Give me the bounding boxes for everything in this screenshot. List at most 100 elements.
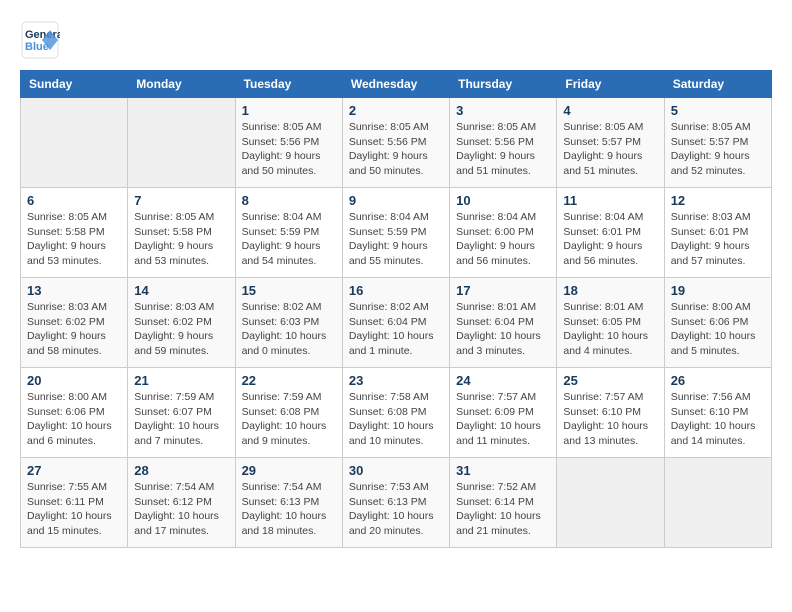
- calendar-table: SundayMondayTuesdayWednesdayThursdayFrid…: [20, 70, 772, 548]
- calendar-body: 1 Sunrise: 8:05 AM Sunset: 5:56 PM Daylig…: [21, 98, 772, 548]
- day-info: Sunrise: 8:05 AM Sunset: 5:56 PM Dayligh…: [242, 120, 336, 179]
- day-number: 19: [671, 283, 765, 298]
- day-number: 1: [242, 103, 336, 118]
- header-day-tuesday: Tuesday: [235, 71, 342, 98]
- day-number: 31: [456, 463, 550, 478]
- calendar-cell: [128, 98, 235, 188]
- day-info: Sunrise: 7:58 AM Sunset: 6:08 PM Dayligh…: [349, 390, 443, 449]
- calendar-cell: 13Sunrise: 8:03 AM Sunset: 6:02 PM Dayli…: [21, 278, 128, 368]
- day-number: 29: [242, 463, 336, 478]
- calendar-cell: 12Sunrise: 8:03 AM Sunset: 6:01 PM Dayli…: [664, 188, 771, 278]
- day-number: 16: [349, 283, 443, 298]
- calendar-cell: 10 Sunrise: 8:04 AM Sunset: 6:00 PM Dayli…: [450, 188, 557, 278]
- calendar-cell: 5 Sunrise: 8:05 AM Sunset: 5:57 PM Daylig…: [664, 98, 771, 188]
- calendar-cell: 18 Sunrise: 8:01 AM Sunset: 6:05 PM Dayli…: [557, 278, 664, 368]
- day-info: Sunrise: 7:59 AM Sunset: 6:08 PM Dayligh…: [242, 390, 336, 449]
- logo-icon: General Blue: [20, 20, 60, 60]
- day-number: 11: [563, 193, 657, 208]
- calendar-cell: 26 Sunrise: 7:56 AM Sunset: 6:10 PM Dayli…: [664, 368, 771, 458]
- header-day-monday: Monday: [128, 71, 235, 98]
- calendar-cell: 31 Sunrise: 7:52 AM Sunset: 6:14 PM Dayli…: [450, 458, 557, 548]
- calendar-cell: 8 Sunrise: 8:04 AM Sunset: 5:59 PM Daylig…: [235, 188, 342, 278]
- day-info: Sunrise: 8:01 AM Sunset: 6:05 PM Dayligh…: [563, 300, 657, 359]
- day-number: 21: [134, 373, 228, 388]
- day-info: Sunrise: 7:54 AM Sunset: 6:12 PM Dayligh…: [134, 480, 228, 539]
- week-row-4: 20 Sunrise: 8:00 AM Sunset: 6:06 PM Dayli…: [21, 368, 772, 458]
- day-info: Sunrise: 8:01 AM Sunset: 6:04 PM Dayligh…: [456, 300, 550, 359]
- day-info: Sunrise: 8:05 AM Sunset: 5:57 PM Dayligh…: [671, 120, 765, 179]
- calendar-cell: 2 Sunrise: 8:05 AM Sunset: 5:56 PM Daylig…: [342, 98, 449, 188]
- day-info: Sunrise: 8:05 AM Sunset: 5:58 PM Dayligh…: [134, 210, 228, 269]
- calendar-cell: 1 Sunrise: 8:05 AM Sunset: 5:56 PM Daylig…: [235, 98, 342, 188]
- calendar-cell: 23Sunrise: 7:58 AM Sunset: 6:08 PM Dayli…: [342, 368, 449, 458]
- day-info: Sunrise: 8:03 AM Sunset: 6:02 PM Dayligh…: [27, 300, 121, 359]
- week-row-1: 1 Sunrise: 8:05 AM Sunset: 5:56 PM Daylig…: [21, 98, 772, 188]
- day-info: Sunrise: 7:55 AM Sunset: 6:11 PM Dayligh…: [27, 480, 121, 539]
- calendar-cell: 7Sunrise: 8:05 AM Sunset: 5:58 PM Daylig…: [128, 188, 235, 278]
- calendar-cell: [664, 458, 771, 548]
- header-day-saturday: Saturday: [664, 71, 771, 98]
- header-day-friday: Friday: [557, 71, 664, 98]
- calendar-cell: [21, 98, 128, 188]
- day-number: 4: [563, 103, 657, 118]
- day-info: Sunrise: 8:05 AM Sunset: 5:56 PM Dayligh…: [456, 120, 550, 179]
- day-number: 3: [456, 103, 550, 118]
- day-number: 28: [134, 463, 228, 478]
- day-info: Sunrise: 7:53 AM Sunset: 6:13 PM Dayligh…: [349, 480, 443, 539]
- day-number: 26: [671, 373, 765, 388]
- day-info: Sunrise: 8:03 AM Sunset: 6:02 PM Dayligh…: [134, 300, 228, 359]
- day-number: 25: [563, 373, 657, 388]
- day-info: Sunrise: 8:05 AM Sunset: 5:57 PM Dayligh…: [563, 120, 657, 179]
- page-header: General Blue: [20, 20, 772, 60]
- day-info: Sunrise: 7:57 AM Sunset: 6:10 PM Dayligh…: [563, 390, 657, 449]
- day-number: 2: [349, 103, 443, 118]
- day-info: Sunrise: 8:03 AM Sunset: 6:01 PM Dayligh…: [671, 210, 765, 269]
- day-info: Sunrise: 8:05 AM Sunset: 5:58 PM Dayligh…: [27, 210, 121, 269]
- day-number: 18: [563, 283, 657, 298]
- day-info: Sunrise: 8:02 AM Sunset: 6:04 PM Dayligh…: [349, 300, 443, 359]
- day-info: Sunrise: 8:02 AM Sunset: 6:03 PM Dayligh…: [242, 300, 336, 359]
- calendar-cell: 6Sunrise: 8:05 AM Sunset: 5:58 PM Daylig…: [21, 188, 128, 278]
- day-number: 30: [349, 463, 443, 478]
- calendar-cell: 3 Sunrise: 8:05 AM Sunset: 5:56 PM Daylig…: [450, 98, 557, 188]
- day-info: Sunrise: 8:04 AM Sunset: 6:01 PM Dayligh…: [563, 210, 657, 269]
- day-number: 8: [242, 193, 336, 208]
- day-info: Sunrise: 8:00 AM Sunset: 6:06 PM Dayligh…: [27, 390, 121, 449]
- day-number: 17: [456, 283, 550, 298]
- week-row-2: 6Sunrise: 8:05 AM Sunset: 5:58 PM Daylig…: [21, 188, 772, 278]
- day-info: Sunrise: 7:56 AM Sunset: 6:10 PM Dayligh…: [671, 390, 765, 449]
- day-number: 22: [242, 373, 336, 388]
- calendar-cell: 14 Sunrise: 8:03 AM Sunset: 6:02 PM Dayli…: [128, 278, 235, 368]
- calendar-cell: 15 Sunrise: 8:02 AM Sunset: 6:03 PM Dayli…: [235, 278, 342, 368]
- day-number: 24: [456, 373, 550, 388]
- day-number: 14: [134, 283, 228, 298]
- calendar-cell: 28 Sunrise: 7:54 AM Sunset: 6:12 PM Dayli…: [128, 458, 235, 548]
- day-info: Sunrise: 7:54 AM Sunset: 6:13 PM Dayligh…: [242, 480, 336, 539]
- calendar-cell: 24 Sunrise: 7:57 AM Sunset: 6:09 PM Dayli…: [450, 368, 557, 458]
- header-day-wednesday: Wednesday: [342, 71, 449, 98]
- day-number: 15: [242, 283, 336, 298]
- week-row-5: 27 Sunrise: 7:55 AM Sunset: 6:11 PM Dayli…: [21, 458, 772, 548]
- calendar-header: SundayMondayTuesdayWednesdayThursdayFrid…: [21, 71, 772, 98]
- header-day-thursday: Thursday: [450, 71, 557, 98]
- day-info: Sunrise: 8:04 AM Sunset: 5:59 PM Dayligh…: [242, 210, 336, 269]
- logo: General Blue: [20, 20, 60, 60]
- day-info: Sunrise: 8:00 AM Sunset: 6:06 PM Dayligh…: [671, 300, 765, 359]
- calendar-cell: 21Sunrise: 7:59 AM Sunset: 6:07 PM Dayli…: [128, 368, 235, 458]
- week-row-3: 13Sunrise: 8:03 AM Sunset: 6:02 PM Dayli…: [21, 278, 772, 368]
- day-info: Sunrise: 7:52 AM Sunset: 6:14 PM Dayligh…: [456, 480, 550, 539]
- day-number: 27: [27, 463, 121, 478]
- day-number: 20: [27, 373, 121, 388]
- day-number: 10: [456, 193, 550, 208]
- day-info: Sunrise: 8:04 AM Sunset: 6:00 PM Dayligh…: [456, 210, 550, 269]
- calendar-cell: 20 Sunrise: 8:00 AM Sunset: 6:06 PM Dayli…: [21, 368, 128, 458]
- calendar-cell: 19 Sunrise: 8:00 AM Sunset: 6:06 PM Dayli…: [664, 278, 771, 368]
- header-row: SundayMondayTuesdayWednesdayThursdayFrid…: [21, 71, 772, 98]
- calendar-cell: 29 Sunrise: 7:54 AM Sunset: 6:13 PM Dayli…: [235, 458, 342, 548]
- day-info: Sunrise: 8:05 AM Sunset: 5:56 PM Dayligh…: [349, 120, 443, 179]
- day-info: Sunrise: 7:57 AM Sunset: 6:09 PM Dayligh…: [456, 390, 550, 449]
- day-number: 5: [671, 103, 765, 118]
- header-day-sunday: Sunday: [21, 71, 128, 98]
- calendar-cell: [557, 458, 664, 548]
- calendar-cell: 17 Sunrise: 8:01 AM Sunset: 6:04 PM Dayli…: [450, 278, 557, 368]
